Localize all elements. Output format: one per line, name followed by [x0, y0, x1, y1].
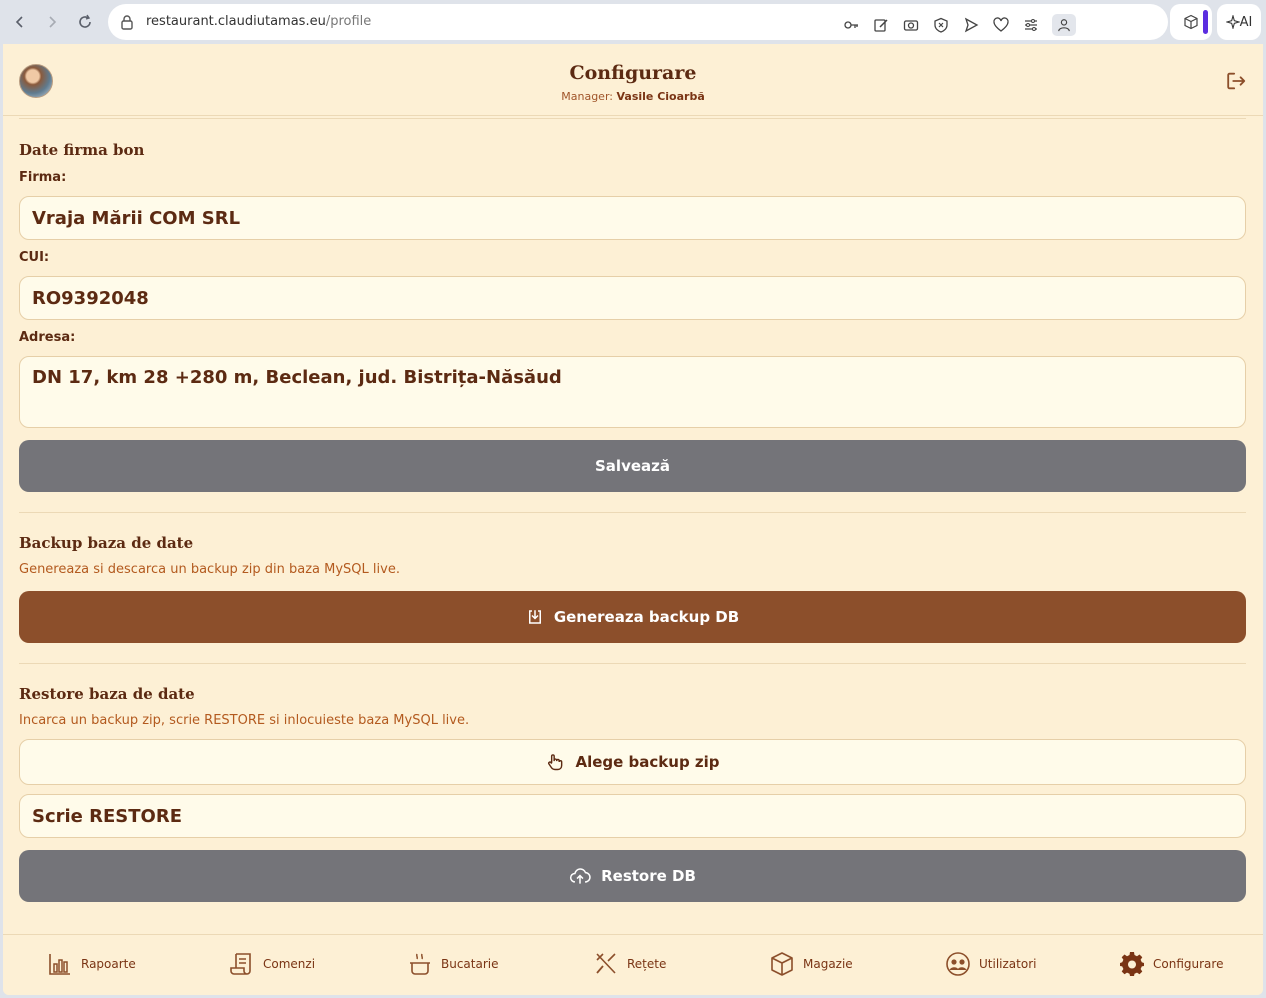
app-container: Configurare Manager: Vasile Cioarbă Date… — [3, 44, 1263, 995]
logout-icon — [1227, 72, 1246, 90]
sidebar-indicator — [1203, 10, 1208, 34]
nav-item-utilizatori[interactable]: Utilizatori — [945, 951, 1036, 977]
lock-icon — [120, 14, 134, 34]
adresa-textarea[interactable]: DN 17, km 28 +280 m, Beclean, jud. Bistr… — [19, 356, 1246, 428]
users-icon — [946, 952, 970, 976]
profile-icon[interactable] — [1052, 14, 1076, 36]
nav-item-comenzi[interactable]: Comenzi — [229, 951, 315, 977]
nav-label: Configurare — [1153, 957, 1224, 971]
generate-backup-label: Genereaza backup DB — [553, 608, 740, 626]
cui-label: CUI: — [19, 250, 50, 265]
generate-backup-button[interactable]: Genereaza backup DB — [19, 591, 1246, 643]
restore-confirm-input[interactable]: Scrie RESTORE — [19, 794, 1246, 838]
reload-icon — [79, 14, 91, 28]
url-host: restaurant.claudiutamas.eu — [146, 14, 326, 29]
arrow-right-icon — [49, 16, 57, 28]
company-section-title: Date firma bon — [19, 141, 145, 159]
heart-icon[interactable] — [992, 16, 1010, 34]
nav-item-magazie[interactable]: Magazie — [769, 951, 853, 977]
send-icon[interactable] — [962, 16, 980, 34]
gear-icon — [1120, 952, 1144, 976]
bottom-nav: Rapoarte Comenzi Bucatarie Rețete Magazi… — [3, 934, 1263, 995]
firma-label: Firma: — [19, 170, 67, 185]
restore-db-button[interactable]: Restore DB — [19, 850, 1246, 902]
page-title: Configurare — [569, 62, 697, 84]
filter-icon[interactable] — [1022, 16, 1040, 34]
logout-button[interactable] — [1225, 70, 1247, 96]
adresa-label: Adresa: — [19, 330, 76, 345]
nav-label: Comenzi — [263, 957, 316, 971]
camera-icon[interactable] — [902, 16, 920, 34]
nav-item-retete[interactable]: Rețete — [593, 951, 666, 977]
cube-icon — [1184, 14, 1198, 30]
nav-label: Utilizatori — [979, 957, 1037, 971]
nav-label: Bucatarie — [441, 957, 499, 971]
save-label: Salvează — [595, 457, 670, 475]
download-icon — [528, 610, 541, 624]
url-text: restaurant.claudiutamas.eu/profile — [146, 14, 371, 29]
ai-label: AI — [1239, 14, 1253, 30]
choose-backup-button[interactable]: Alege backup zip — [19, 739, 1246, 785]
forward-button[interactable] — [40, 10, 64, 34]
restore-description: Incarca un backup zip, scrie RESTORE si … — [19, 713, 470, 728]
divider — [19, 512, 1246, 513]
edit-icon[interactable] — [872, 16, 890, 34]
nav-label: Magazie — [803, 957, 853, 971]
nav-item-bucatarie[interactable]: Bucatarie — [407, 951, 499, 977]
reload-button[interactable] — [73, 10, 97, 34]
backup-description: Genereaza si descarca un backup zip din … — [19, 562, 400, 577]
cui-input[interactable]: RO9392048 — [19, 276, 1246, 320]
nav-item-rapoarte[interactable]: Rapoarte — [47, 951, 136, 977]
bar-chart-icon — [49, 954, 70, 975]
ai-button[interactable]: AI — [1217, 4, 1261, 40]
backup-section-title: Backup baza de date — [19, 534, 194, 552]
choose-backup-label: Alege backup zip — [575, 753, 720, 771]
manager-name: Vasile Cioarbă — [616, 90, 705, 103]
firma-input[interactable]: Vraja Mării COM SRL — [19, 196, 1246, 240]
save-button[interactable]: Salvează — [19, 440, 1246, 492]
cloud-upload-icon — [570, 868, 591, 884]
receipt-icon — [230, 953, 251, 975]
app-header: Configurare Manager: Vasile Cioarbă — [3, 44, 1263, 116]
browser-toolbar: restaurant.claudiutamas.eu/profile AI — [0, 0, 1266, 44]
nav-label: Rapoarte — [81, 957, 136, 971]
divider — [19, 118, 1246, 119]
url-path: /profile — [325, 14, 372, 29]
arrow-left-icon — [15, 16, 23, 28]
hand-pointer-icon — [548, 754, 563, 771]
nav-label: Rețete — [627, 957, 667, 971]
back-button[interactable] — [8, 10, 32, 34]
divider — [19, 663, 1246, 664]
utensils-icon — [596, 953, 616, 974]
address-bar[interactable]: restaurant.claudiutamas.eu/profile — [108, 4, 1168, 40]
manager-line: Manager: Vasile Cioarbă — [3, 90, 1263, 103]
restore-db-label: Restore DB — [601, 867, 696, 885]
cooking-pot-icon — [410, 953, 430, 975]
sparkle-icon — [1225, 15, 1240, 29]
restore-section-title: Restore baza de date — [19, 685, 195, 703]
key-icon[interactable] — [842, 16, 860, 34]
nav-item-configurare[interactable]: Configurare — [1119, 951, 1223, 977]
shield-icon[interactable] — [932, 16, 950, 34]
manager-label: Manager: — [561, 90, 613, 103]
box-icon — [771, 952, 793, 976]
address-bar-icons — [842, 14, 1076, 36]
